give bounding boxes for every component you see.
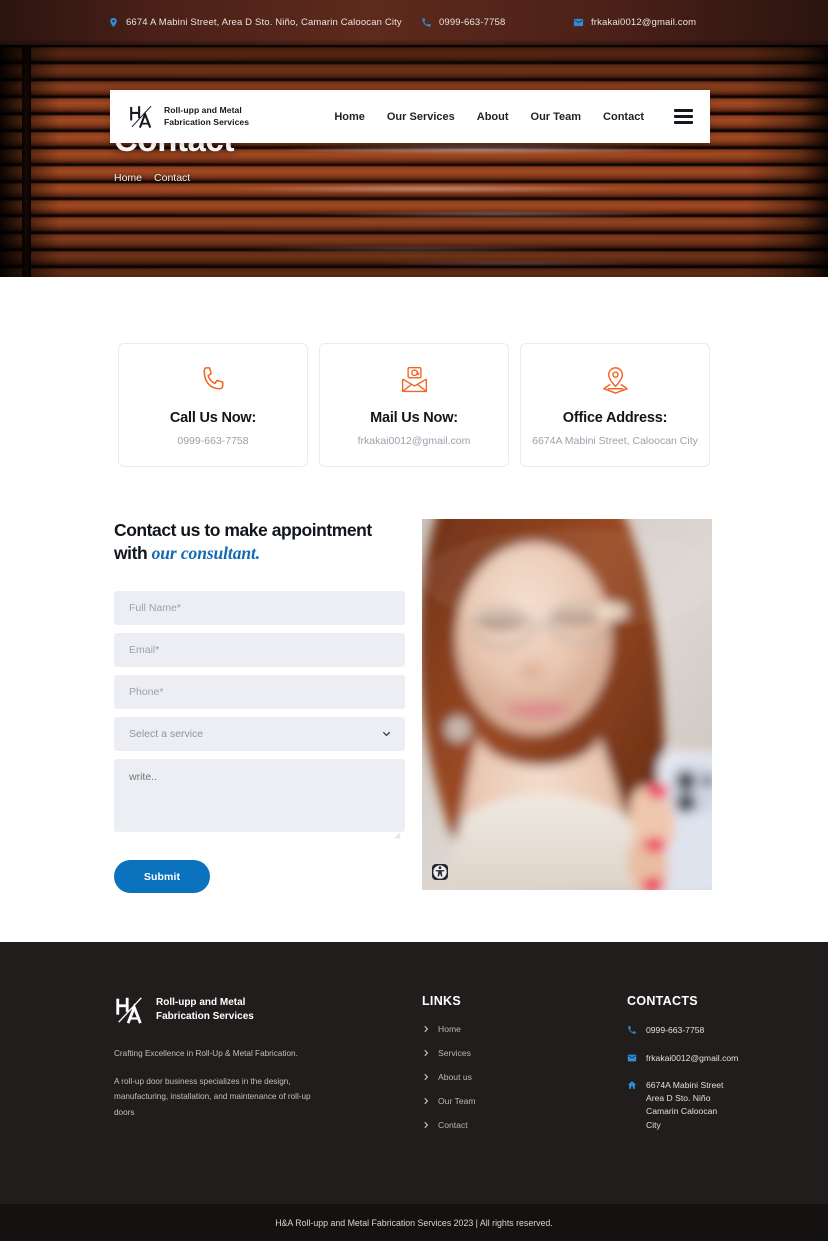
contact-form-section: Contact us to make appointment with our … — [0, 467, 828, 894]
footer-link-our-team[interactable]: Our Team — [422, 1096, 627, 1106]
contact-card-address: Office Address: 6674A Mabini Street, Cal… — [520, 343, 710, 467]
nav-item-contact[interactable]: Contact — [603, 111, 644, 123]
footer-link-home[interactable]: Home — [422, 1024, 627, 1034]
page-hero-banner: Contact Home Contact Roll-upp and Metal … — [0, 45, 828, 277]
accessibility-icon[interactable] — [432, 864, 448, 880]
breadcrumb-item-contact: Contact — [154, 172, 191, 184]
footer-contact-address: 6674A Mabini Street Area D Sto. Niño Cam… — [627, 1079, 827, 1132]
footer-link-label: Contact — [438, 1120, 468, 1131]
footer-tagline: Crafting Excellence in Roll-Up & Metal F… — [114, 1049, 298, 1059]
footer-contacts-title: CONTACTS — [627, 994, 698, 1009]
brand-logo[interactable]: Roll-upp and Metal Fabrication Services — [128, 103, 249, 130]
location-pin-icon — [108, 17, 119, 28]
chevron-right-icon — [422, 1025, 430, 1033]
card-value: 0999-663-7758 — [177, 435, 249, 447]
envelope-icon — [573, 17, 584, 28]
chevron-right-icon — [422, 1049, 430, 1057]
footer-link-label: Services — [438, 1048, 471, 1059]
site-header: Roll-upp and Metal Fabrication Services … — [110, 90, 710, 143]
topbar-email[interactable]: frkakai0012@gmail.com — [573, 17, 696, 28]
photo-illustration — [422, 519, 712, 890]
phone-icon — [627, 1025, 637, 1037]
map-location-pin-icon — [600, 363, 631, 397]
phone-input[interactable] — [114, 675, 405, 710]
contact-card-call: Call Us Now: 0999-663-7758 — [118, 343, 308, 467]
main-nav: Home Our Services About Our Team Contact — [334, 109, 693, 124]
card-title: Office Address: — [562, 410, 668, 426]
breadcrumb: Home Contact — [114, 172, 234, 184]
phone-call-icon — [198, 363, 229, 397]
consultant-photo — [422, 519, 712, 890]
topbar-email-text: frkakai0012@gmail.com — [591, 17, 697, 28]
card-value: frkakai0012@gmail.com — [357, 435, 471, 447]
footer-address-line3: Camarin Caloocan — [646, 1106, 718, 1117]
phone-icon — [421, 17, 432, 28]
breadcrumb-item-home[interactable]: Home — [114, 172, 142, 184]
form-heading: Contact us to make appointment with our … — [114, 519, 405, 565]
open-mail-at-icon — [399, 363, 430, 397]
contact-cards-row: Call Us Now: 0999-663-7758 Mail Us Now: … — [0, 277, 828, 467]
footer-brand[interactable]: Roll-upp and Metal Fabrication Services — [114, 994, 422, 1026]
footer-link-label: About us — [438, 1072, 472, 1083]
footer-contact-email[interactable]: frkakai0012@gmail.com — [627, 1052, 827, 1065]
footer-brand-line2: Fabrication Services — [156, 1011, 254, 1023]
contact-form: Select a service Submit — [114, 591, 405, 894]
envelope-icon — [627, 1053, 637, 1065]
card-title: Mail Us Now: — [370, 410, 458, 426]
topbar-address: 6674 A Mabini Street, Area D Sto. Niño, … — [108, 17, 421, 28]
footer-link-contact[interactable]: Contact — [422, 1120, 627, 1130]
brand-name-line2: Fabrication Services — [164, 116, 250, 127]
nav-item-home[interactable]: Home — [334, 111, 365, 123]
email-input[interactable] — [114, 633, 405, 668]
brand-name-line1: Roll-upp and Metal — [164, 104, 242, 115]
footer-link-about-us[interactable]: About us — [422, 1072, 627, 1082]
topbar-phone-text: 0999-663-7758 — [439, 17, 506, 28]
fullname-input[interactable] — [114, 591, 405, 626]
footer-address-text: 6674A Mabini Street Area D Sto. Niño Cam… — [646, 1079, 726, 1132]
copyright-bar: H&A Roll-upp and Metal Fabrication Servi… — [0, 1204, 828, 1241]
footer-brand-line1: Roll-upp and Metal — [156, 997, 246, 1009]
nav-item-our-team[interactable]: Our Team — [531, 111, 582, 123]
footer-address-line4: City — [646, 1119, 661, 1130]
copyright-text: H&A Roll-upp and Metal Fabrication Servi… — [275, 1217, 553, 1228]
submit-button[interactable]: Submit — [114, 860, 210, 894]
footer-description: A roll-up door business specializes in t… — [114, 1077, 311, 1117]
form-heading-accent: our consultant. — [151, 543, 261, 564]
footer-links-title: LINKS — [422, 994, 461, 1009]
footer-contact-phone[interactable]: 0999-663-7758 — [627, 1024, 827, 1037]
chevron-right-icon — [422, 1073, 430, 1081]
chevron-right-icon — [422, 1121, 430, 1129]
topbar-address-text: 6674 A Mabini Street, Area D Sto. Niño, … — [126, 17, 402, 28]
footer-link-label: Our Team — [438, 1096, 476, 1107]
home-icon — [627, 1080, 637, 1132]
brand-name: Roll-upp and Metal Fabrication Services — [164, 105, 249, 128]
ha-monogram-logo-icon — [114, 994, 146, 1026]
service-select-value: Select a service — [129, 728, 204, 741]
nav-item-about[interactable]: About — [477, 111, 509, 123]
footer-link-services[interactable]: Services — [422, 1048, 627, 1058]
topbar-phone[interactable]: 0999-663-7758 — [421, 17, 573, 28]
ha-monogram-logo-icon — [128, 103, 155, 130]
footer-brand-name: Roll-upp and Metal Fabrication Services — [156, 996, 254, 1024]
top-contact-bar: 6674 A Mabini Street, Area D Sto. Niño, … — [0, 0, 828, 45]
site-footer: Roll-upp and Metal Fabrication Services … — [0, 942, 828, 1205]
footer-address-line1: 6674A Mabini Street — [646, 1079, 724, 1090]
footer-email-text: frkakai0012@gmail.com — [646, 1052, 739, 1063]
card-value: 6674A Mabini Street, Caloocan City — [532, 435, 698, 447]
nav-item-our-services[interactable]: Our Services — [387, 111, 455, 123]
message-textarea[interactable] — [114, 759, 405, 833]
footer-link-label: Home — [438, 1024, 461, 1035]
contact-card-mail: Mail Us Now: frkakai0012@gmail.com — [319, 343, 509, 467]
card-title: Call Us Now: — [169, 410, 257, 426]
service-select[interactable]: Select a service — [114, 717, 405, 752]
footer-phone-text: 0999-663-7758 — [646, 1025, 705, 1036]
hamburger-menu-icon[interactable] — [674, 109, 693, 124]
chevron-right-icon — [422, 1097, 430, 1105]
footer-address-line2: Area D Sto. Niño — [646, 1093, 711, 1104]
